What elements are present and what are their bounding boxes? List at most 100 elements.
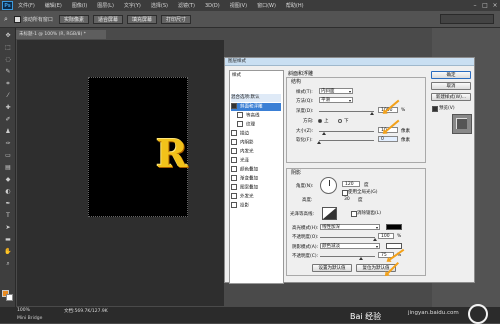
style-checkbox[interactable] xyxy=(231,130,237,136)
style-item[interactable]: 内阴影 xyxy=(231,139,281,147)
style-item[interactable]: 描边 xyxy=(231,130,281,138)
style-checkbox[interactable] xyxy=(237,121,243,127)
menu-3d[interactable]: 3D(D) xyxy=(205,3,220,9)
new-style-button[interactable]: 新建样式(W)... xyxy=(431,93,471,101)
shape-tool-icon[interactable]: ▬ xyxy=(3,236,13,244)
menu-file[interactable]: 文件(F) xyxy=(18,2,35,9)
style-checkbox[interactable] xyxy=(231,202,237,208)
style-checkbox[interactable] xyxy=(231,103,237,109)
shadow-opacity-slider[interactable] xyxy=(320,256,375,257)
move-tool-icon[interactable]: ✥ xyxy=(3,32,13,40)
style-item[interactable]: 外发光 xyxy=(231,193,281,201)
path-select-tool-icon[interactable]: ➤ xyxy=(3,224,13,232)
close-icon[interactable]: × xyxy=(490,2,500,9)
style-item[interactable]: 光泽 xyxy=(231,157,281,165)
menu-type[interactable]: 文字(Y) xyxy=(124,2,141,9)
eraser-tool-icon[interactable]: ▭ xyxy=(3,152,13,160)
style-item[interactable]: 颜色叠加 xyxy=(231,166,281,174)
stamp-tool-icon[interactable]: ♟ xyxy=(3,128,13,136)
menu-select[interactable]: 选择(S) xyxy=(151,2,168,9)
hand-tool-icon[interactable]: ✋ xyxy=(3,248,13,256)
menu-layer[interactable]: 图层(L) xyxy=(97,2,114,9)
highlight-opacity-slider[interactable] xyxy=(320,237,375,238)
quick-select-tool-icon[interactable]: ✎ xyxy=(3,68,13,76)
size-slider[interactable] xyxy=(319,131,374,132)
menu-image[interactable]: 图像(I) xyxy=(72,2,87,9)
fit-screen-button[interactable]: 适合屏幕 xyxy=(92,14,123,24)
style-item[interactable]: 渐变叠加 xyxy=(231,175,281,183)
highlight-color-swatch[interactable] xyxy=(386,224,402,230)
zoom-tool-icon[interactable]: ⌕ xyxy=(4,15,8,24)
pen-tool-icon[interactable]: ✒ xyxy=(3,200,13,208)
gloss-contour-picker[interactable] xyxy=(322,207,337,220)
preview-checkbox[interactable] xyxy=(432,106,438,112)
technique-dropdown[interactable]: 平滑 xyxy=(319,97,353,104)
style-checkbox[interactable] xyxy=(231,175,237,181)
actual-pixels-button[interactable]: 实际像素 xyxy=(58,14,89,24)
print-size-button[interactable]: 打印尺寸 xyxy=(160,14,191,24)
eyedropper-tool-icon[interactable]: ⁄ xyxy=(3,92,13,100)
brush-tool-icon[interactable]: ✐ xyxy=(3,116,13,124)
shadow-color-swatch[interactable] xyxy=(386,243,402,249)
shadow-mode-dropdown[interactable]: 颜色减淡 xyxy=(320,243,380,250)
style-item[interactable]: 内发光 xyxy=(231,148,281,156)
lasso-tool-icon[interactable]: ◌ xyxy=(3,56,13,64)
angle-input[interactable]: 120 xyxy=(342,181,360,187)
style-checkbox[interactable] xyxy=(231,139,237,145)
highlight-mode-dropdown[interactable]: 线性加深 xyxy=(320,224,380,231)
menu-filter[interactable]: 滤镜(T) xyxy=(178,2,195,9)
type-tool-icon[interactable]: T xyxy=(3,212,13,220)
scroll-all-windows-checkbox[interactable] xyxy=(13,15,21,23)
style-checkbox[interactable] xyxy=(231,148,237,154)
style-checkbox[interactable] xyxy=(231,166,237,172)
crop-tool-icon[interactable]: ⌗ xyxy=(3,80,13,88)
dodge-tool-icon[interactable]: ◐ xyxy=(3,188,13,196)
style-dropdown[interactable]: 内斜面 xyxy=(319,88,353,95)
style-checkbox[interactable] xyxy=(231,193,237,199)
gradient-tool-icon[interactable]: ▤ xyxy=(3,164,13,172)
direction-up-radio[interactable] xyxy=(318,119,322,123)
style-item[interactable]: 等高线 xyxy=(231,112,287,120)
background-color-swatch[interactable] xyxy=(6,294,13,301)
minimize-icon[interactable]: – xyxy=(470,2,480,9)
history-brush-tool-icon[interactable]: ✑ xyxy=(3,140,13,148)
workspace-switcher[interactable] xyxy=(440,14,494,24)
style-item[interactable]: 投影 xyxy=(231,202,281,210)
make-default-button[interactable]: 设置为默认值 xyxy=(312,264,352,272)
depth-slider[interactable] xyxy=(319,111,374,112)
document-tab[interactable]: 未标题-1 @ 100% (R, RGB/8) * xyxy=(16,30,106,39)
ok-button[interactable]: 确定 xyxy=(431,71,471,79)
maximize-icon[interactable]: □ xyxy=(480,2,490,9)
fill-screen-button[interactable]: 填充屏幕 xyxy=(126,14,157,24)
menu-view[interactable]: 视图(V) xyxy=(230,2,247,9)
direction-down-radio[interactable] xyxy=(338,119,342,123)
style-item[interactable]: 图案叠加 xyxy=(231,184,281,192)
mini-bridge-tab[interactable]: Mini Bridge xyxy=(17,316,42,321)
cancel-button[interactable]: 取消 xyxy=(431,82,471,90)
style-item[interactable]: 斜面和浮雕 xyxy=(231,103,281,111)
style-item[interactable]: 纹理 xyxy=(231,121,287,129)
angle-dial[interactable] xyxy=(320,177,337,194)
zoom-tool-icon[interactable]: ⌕ xyxy=(3,260,13,268)
marquee-tool-icon[interactable]: ⬚ xyxy=(3,44,13,52)
altitude-value[interactable]: 30 xyxy=(344,197,350,202)
styles-header[interactable]: 样式 xyxy=(232,72,241,78)
soften-input[interactable]: 0 xyxy=(378,136,398,142)
healing-tool-icon[interactable]: ✚ xyxy=(3,104,13,112)
blending-options-item[interactable]: 混合选项:默认 xyxy=(231,94,281,102)
size-slider-knob[interactable] xyxy=(322,132,326,135)
soften-slider[interactable] xyxy=(319,140,374,141)
highlight-opacity-knob[interactable] xyxy=(373,238,377,241)
style-checkbox[interactable] xyxy=(237,112,243,118)
menu-window[interactable]: 窗口(W) xyxy=(257,2,276,9)
zoom-level[interactable]: 100% xyxy=(17,308,30,313)
highlight-opacity-input[interactable]: 100 xyxy=(378,233,394,239)
menu-edit[interactable]: 编辑(E) xyxy=(45,2,62,9)
blur-tool-icon[interactable]: ◆ xyxy=(3,176,13,184)
shadow-opacity-knob[interactable] xyxy=(359,257,363,260)
menu-help[interactable]: 帮助(H) xyxy=(286,2,304,9)
style-checkbox[interactable] xyxy=(231,157,237,163)
depth-slider-knob[interactable] xyxy=(370,112,374,115)
style-checkbox[interactable] xyxy=(231,184,237,190)
soften-slider-knob[interactable] xyxy=(317,141,321,144)
